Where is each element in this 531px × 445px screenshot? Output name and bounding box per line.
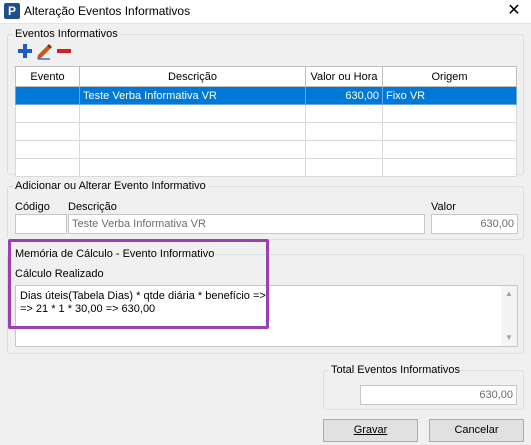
codigo-label: Código <box>15 201 50 213</box>
scroll-down-icon[interactable]: ▼ <box>501 330 517 346</box>
column-header-valor[interactable]: Valor ou Hora <box>305 66 383 87</box>
table-row-empty[interactable] <box>15 104 517 123</box>
descricao-field[interactable]: Teste Verba Informativa VR <box>68 214 425 234</box>
valor-label: Valor <box>431 201 456 213</box>
highlight-annotation <box>8 239 269 329</box>
table-row-empty[interactable] <box>15 158 517 177</box>
app-logo-icon: P <box>4 3 20 19</box>
eventos-informativos-group: Eventos Informativos Evento Descrição Va… <box>7 27 524 177</box>
column-header-evento[interactable]: Evento <box>15 66 80 87</box>
table-row-empty[interactable] <box>15 122 517 141</box>
column-header-descricao[interactable]: Descrição <box>79 66 306 87</box>
column-header-origem[interactable]: Origem <box>382 66 517 87</box>
plus-icon <box>18 44 32 58</box>
edit-button[interactable] <box>35 42 53 60</box>
cancelar-button-label: Cancelar <box>454 424 499 436</box>
adicionar-alterar-group: Adicionar ou Alterar Evento Informativo … <box>7 179 524 240</box>
close-button[interactable]: ✕ <box>505 2 523 20</box>
descricao-label: Descrição <box>68 201 117 213</box>
total-eventos-legend: Total Eventos Informativos <box>329 363 463 377</box>
cell-valor: 630,00 <box>305 86 383 105</box>
window-title: Alteração Eventos Informativos <box>24 4 191 18</box>
cancelar-button[interactable]: Cancelar <box>429 419 524 442</box>
remove-button[interactable] <box>55 42 73 60</box>
adicionar-alterar-legend: Adicionar ou Alterar Evento Informativo <box>13 179 208 193</box>
gravar-button[interactable]: Gravar <box>323 419 418 442</box>
title-bar: P Alteração Eventos Informativos ✕ <box>0 0 531 24</box>
eventos-table: Evento Descrição Valor ou Hora Origem Te… <box>15 66 517 177</box>
table-row[interactable]: Teste Verba Informativa VR 630,00 Fixo V… <box>15 86 517 105</box>
cell-origem: Fixo VR <box>382 86 517 105</box>
scroll-up-icon[interactable]: ▲ <box>501 286 517 302</box>
table-row-empty[interactable] <box>15 140 517 159</box>
add-button[interactable] <box>16 42 34 60</box>
cell-evento <box>15 86 80 105</box>
cell-descricao: Teste Verba Informativa VR <box>79 86 306 105</box>
eventos-informativos-legend: Eventos Informativos <box>13 27 120 41</box>
minus-icon <box>57 49 71 53</box>
table-header-row: Evento Descrição Valor ou Hora Origem <box>15 66 517 87</box>
total-eventos-field[interactable]: 630,00 <box>360 385 517 405</box>
valor-field[interactable]: 630,00 <box>431 214 518 234</box>
memo-scrollbar[interactable]: ▲ ▼ <box>501 286 517 346</box>
total-eventos-group: Total Eventos Informativos 630,00 <box>323 363 524 410</box>
pencil-icon <box>37 44 52 60</box>
codigo-field[interactable] <box>15 214 67 234</box>
gravar-button-label: Gravar <box>353 424 388 436</box>
